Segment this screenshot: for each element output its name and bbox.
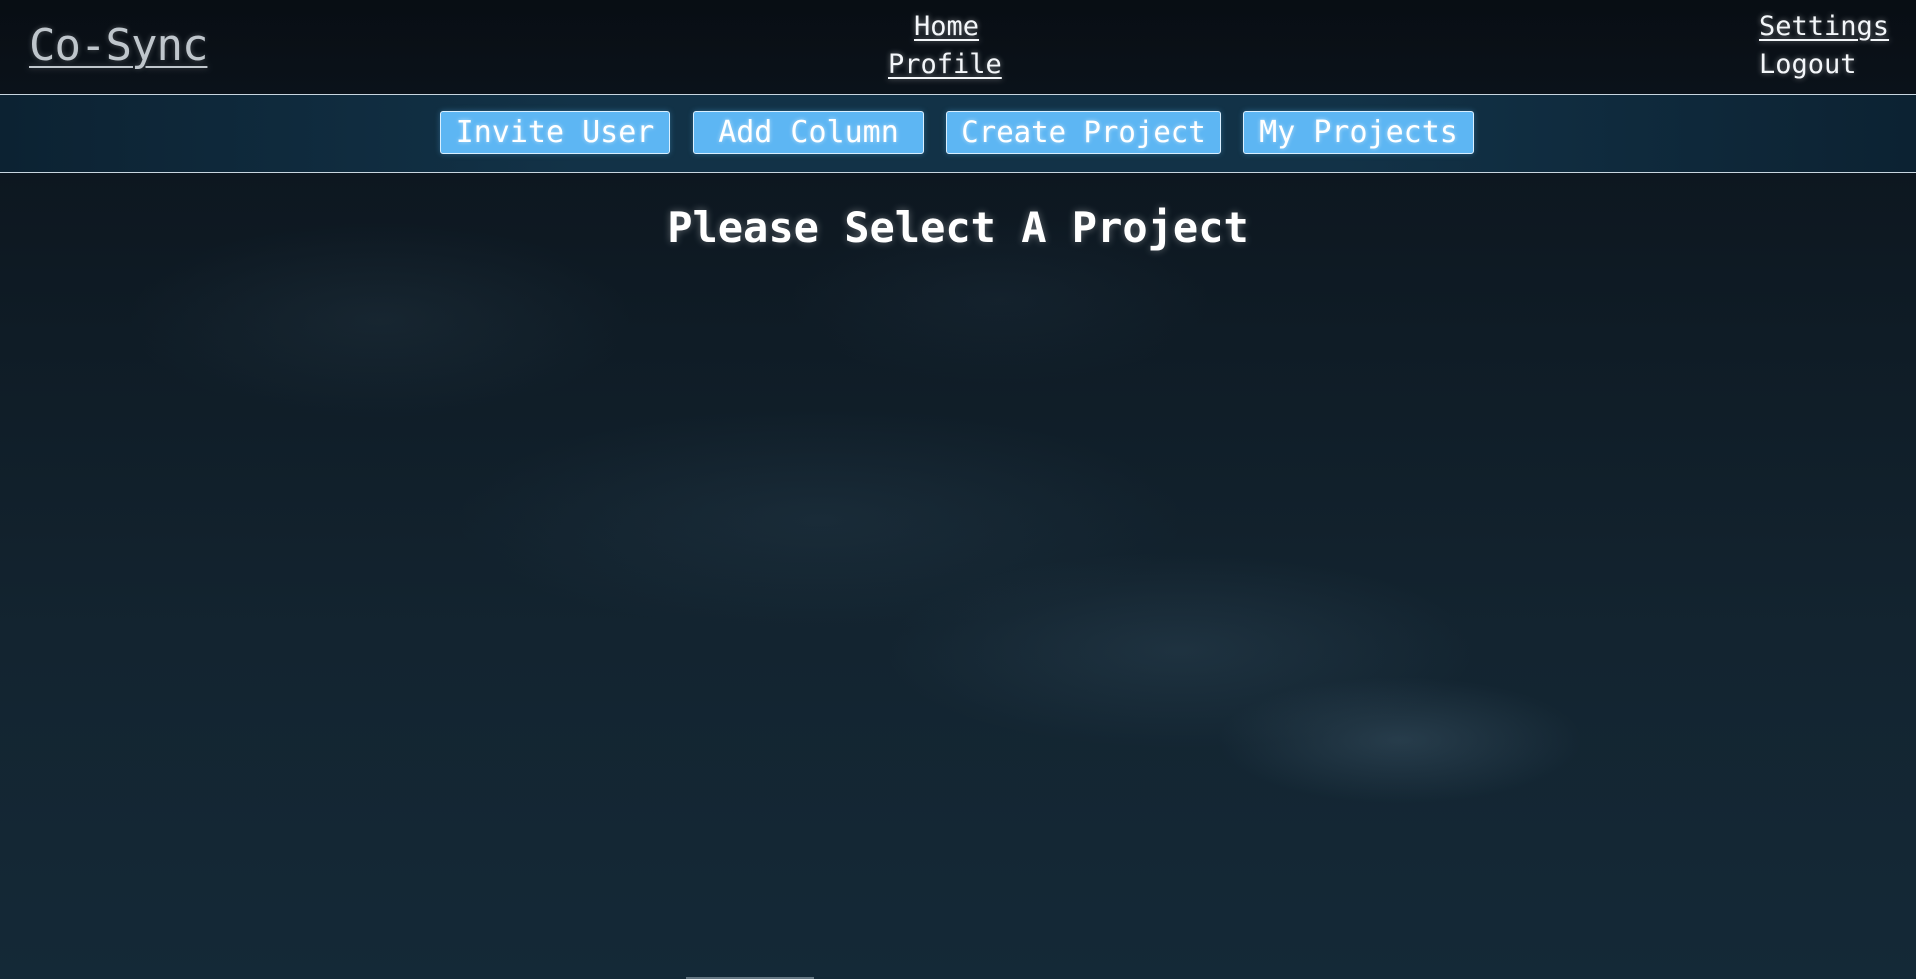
add-column-button[interactable]: Add Column [693, 111, 924, 154]
page-heading: Please Select A Project [667, 203, 1249, 252]
brand-logo-link[interactable]: Co-Sync [29, 20, 208, 72]
my-projects-button[interactable]: My Projects [1243, 111, 1474, 154]
project-toolbar: Invite User Add Column Create Project My… [0, 95, 1916, 173]
top-navigation: Co-Sync Home Profile Settings Logout [0, 0, 1916, 95]
nav-home-link[interactable]: Home [914, 11, 979, 43]
nav-logout-link[interactable]: Logout [1759, 49, 1857, 81]
invite-user-button[interactable]: Invite User [440, 111, 670, 154]
create-project-button[interactable]: Create Project [946, 111, 1221, 154]
nav-profile-link[interactable]: Profile [888, 49, 1002, 81]
nav-settings-link[interactable]: Settings [1759, 11, 1889, 43]
